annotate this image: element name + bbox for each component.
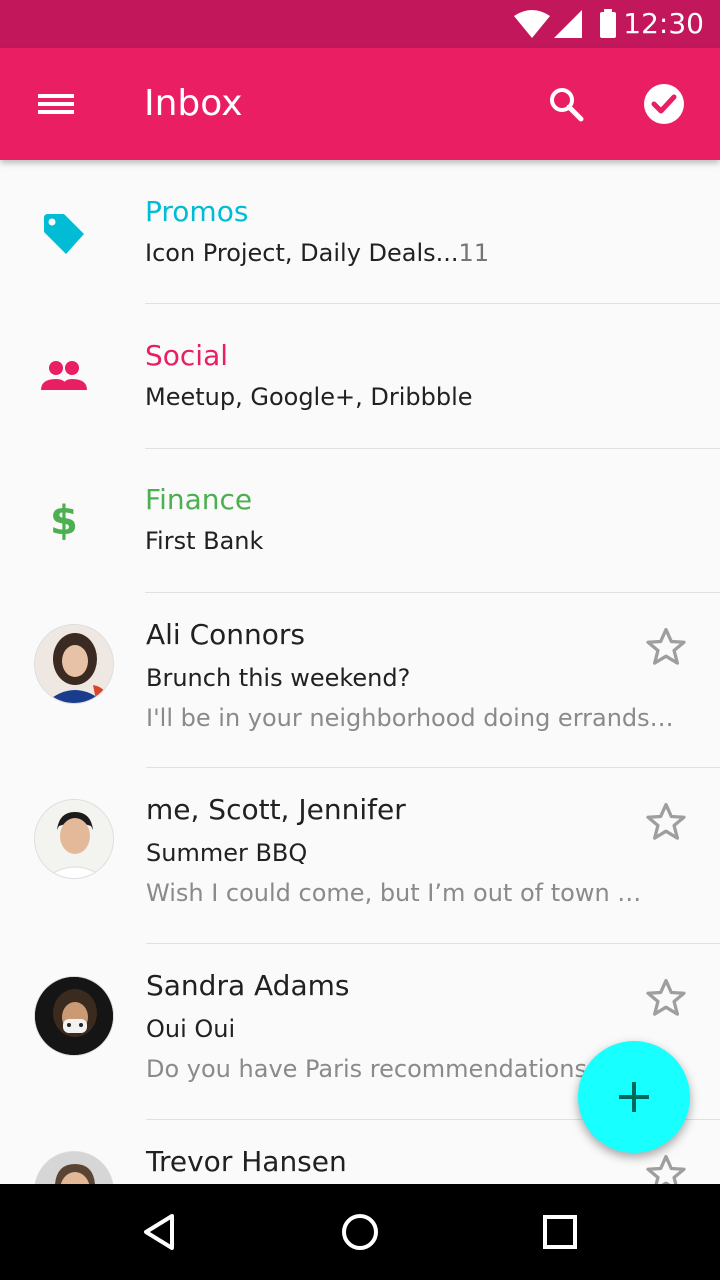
category-finance[interactable]: $ Finance First Bank <box>0 449 720 593</box>
email-sender: me, Scott, Jennifer <box>146 793 406 826</box>
done-all-check-icon[interactable] <box>634 74 694 134</box>
avatar <box>34 799 114 879</box>
inbox-list: Promos Icon Project, Daily Deals...11 So… <box>0 160 720 1184</box>
search-icon[interactable] <box>536 74 596 134</box>
category-subtitle: Icon Project, Daily Deals...11 <box>145 236 489 270</box>
navigation-bar <box>0 1184 720 1280</box>
page-title: Inbox <box>144 83 243 124</box>
category-subtitle: First Bank <box>145 527 264 555</box>
email-subject: Brunch this weekend? <box>146 664 411 692</box>
category-senders: Icon Project, Daily Deals... <box>145 239 459 267</box>
home-icon[interactable] <box>332 1204 388 1260</box>
star-icon[interactable] <box>644 800 688 844</box>
avatar <box>34 976 114 1056</box>
email-subject: Oui Oui <box>146 1015 236 1043</box>
category-title: Finance <box>145 483 253 516</box>
email-item[interactable]: me, Scott, Jennifer Summer BBQ Wish I co… <box>0 768 720 944</box>
plus-icon <box>619 1082 649 1112</box>
tag-icon <box>44 214 84 254</box>
email-sender: Sandra Adams <box>146 969 350 1002</box>
menu-icon[interactable] <box>26 74 86 134</box>
email-item[interactable]: Ali Connors Brunch this weekend? I'll be… <box>0 593 720 769</box>
battery-icon <box>600 12 616 38</box>
recents-icon[interactable] <box>532 1204 588 1260</box>
signal-icon <box>554 10 582 38</box>
compose-fab[interactable] <box>578 1041 690 1153</box>
back-icon[interactable] <box>132 1204 188 1260</box>
email-sender: Ali Connors <box>146 618 306 651</box>
email-preview: Wish I could come, but I’m out of town … <box>146 879 642 907</box>
status-icons <box>514 9 616 38</box>
people-icon <box>41 361 87 390</box>
email-subject: Summer BBQ <box>146 839 308 867</box>
app-bar: Inbox <box>0 48 720 160</box>
email-sender: Trevor Hansen <box>146 1145 347 1178</box>
svg-text:$: $ <box>50 498 78 542</box>
category-title: Social <box>145 339 229 372</box>
star-icon[interactable] <box>644 976 688 1020</box>
category-title: Promos <box>145 195 249 228</box>
avatar <box>34 1151 114 1184</box>
wifi-icon <box>514 10 550 38</box>
category-promos[interactable]: Promos Icon Project, Daily Deals...11 <box>0 160 720 304</box>
avatar <box>34 624 114 704</box>
status-bar: 12:30 <box>0 0 720 48</box>
category-social[interactable]: Social Meetup, Google+, Dribbble <box>0 304 720 448</box>
unread-count: 11 <box>458 239 490 267</box>
category-subtitle: Meetup, Google+, Dribbble <box>145 383 473 411</box>
dollar-icon: $ <box>50 498 78 542</box>
status-time: 12:30 <box>623 7 704 40</box>
star-icon[interactable] <box>644 625 688 669</box>
star-icon[interactable] <box>644 1152 688 1184</box>
email-preview: I'll be in your neighborhood doing erran… <box>146 704 674 732</box>
